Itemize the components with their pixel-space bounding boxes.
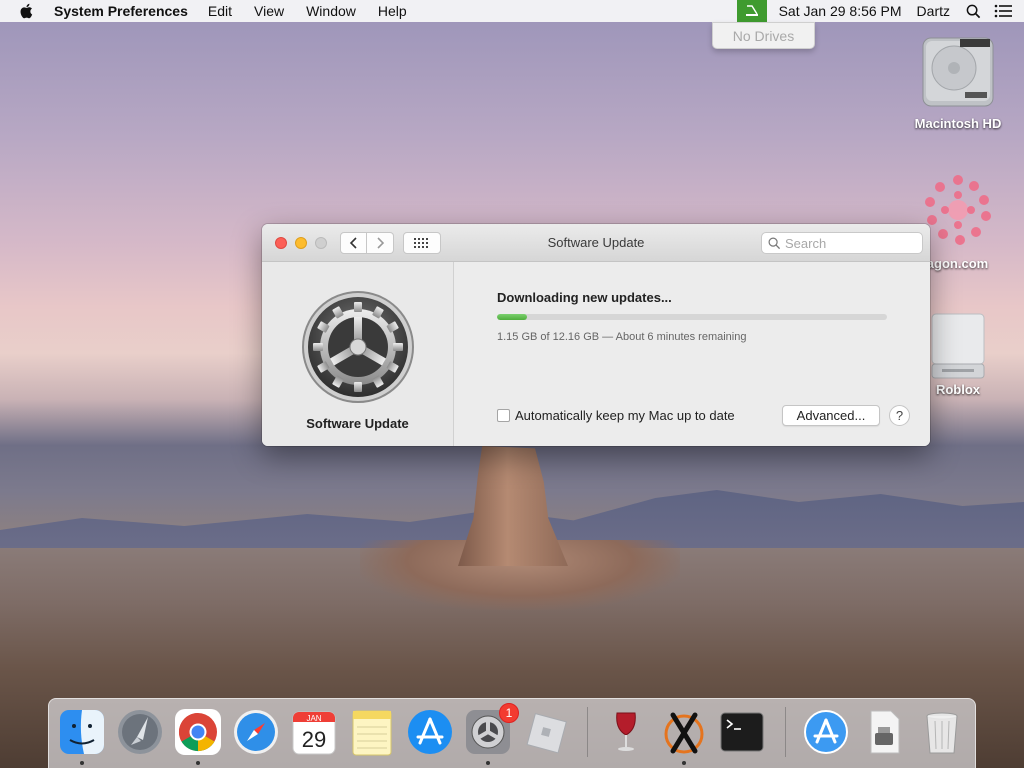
dock-trash[interactable] bbox=[917, 707, 967, 757]
auto-update-label[interactable]: Automatically keep my Mac up to date bbox=[515, 408, 735, 423]
dock-app-store[interactable] bbox=[405, 707, 455, 757]
search-icon bbox=[768, 237, 781, 249]
apple-menu-icon[interactable] bbox=[18, 2, 36, 20]
archive-icon bbox=[870, 710, 900, 754]
dock-system-preferences[interactable]: 1 bbox=[463, 703, 519, 765]
notification-badge: 1 bbox=[499, 703, 519, 723]
menu-view[interactable]: View bbox=[254, 3, 284, 19]
desktop-icon-label: Macintosh HD bbox=[914, 116, 1002, 131]
desktop-icon-label: Roblox bbox=[935, 382, 981, 397]
app-store-download-icon bbox=[804, 710, 848, 754]
finder-icon bbox=[60, 710, 104, 754]
notification-center-icon[interactable] bbox=[994, 2, 1012, 20]
dock-downloads-stack[interactable] bbox=[801, 707, 851, 757]
desktop-icon-macintosh-hd[interactable]: Macintosh HD bbox=[903, 34, 1013, 131]
dock-terminal[interactable] bbox=[717, 707, 767, 757]
dock-roblox[interactable] bbox=[521, 707, 571, 757]
software-update-gear-icon bbox=[301, 290, 415, 404]
sidebar-label: Software Update bbox=[306, 416, 409, 431]
trash-icon bbox=[926, 712, 958, 754]
dock-finder[interactable] bbox=[57, 707, 107, 765]
disk-image-icon bbox=[931, 313, 985, 379]
auto-update-option[interactable]: Automatically keep my Mac up to date bbox=[497, 408, 735, 423]
drives-dropdown: No Drives bbox=[712, 22, 815, 49]
search-field[interactable] bbox=[761, 232, 923, 254]
dock-separator bbox=[587, 707, 588, 757]
sidebar: Software Update bbox=[262, 262, 454, 446]
wine-icon bbox=[616, 712, 636, 751]
flower-icon bbox=[925, 175, 991, 245]
dock-separator bbox=[785, 707, 786, 757]
download-progress-bar bbox=[497, 314, 887, 320]
update-content: Downloading new updates... 1.15 GB of 12… bbox=[455, 262, 930, 446]
menu-help[interactable]: Help bbox=[378, 3, 407, 19]
running-indicator bbox=[80, 761, 84, 765]
download-progress-fill bbox=[497, 314, 528, 320]
menu-user[interactable]: Dartz bbox=[917, 3, 950, 19]
launchpad-icon bbox=[118, 710, 162, 754]
notes-icon bbox=[352, 710, 392, 756]
help-button[interactable]: ? bbox=[889, 405, 910, 426]
hard-drive-icon bbox=[922, 37, 994, 107]
dock-launchpad[interactable] bbox=[115, 707, 165, 757]
dock: JAN 29 1 bbox=[48, 698, 976, 768]
app-store-icon bbox=[408, 710, 452, 754]
dock-notes[interactable] bbox=[347, 707, 397, 757]
auto-update-checkbox[interactable] bbox=[497, 409, 510, 422]
running-indicator bbox=[682, 761, 686, 765]
download-progress-text: 1.15 GB of 12.16 GB — About 6 minutes re… bbox=[497, 331, 747, 343]
running-indicator bbox=[196, 761, 200, 765]
chrome-icon bbox=[175, 709, 221, 755]
menu-window[interactable]: Window bbox=[306, 3, 356, 19]
menu-bar: System Preferences Edit View Window Help… bbox=[0, 0, 1024, 22]
dock-chrome[interactable] bbox=[173, 707, 223, 765]
dock-wine[interactable] bbox=[601, 707, 651, 757]
eject-drive-menu-icon[interactable] bbox=[736, 0, 767, 22]
dock-safari[interactable] bbox=[231, 707, 281, 757]
dock-xquartz[interactable] bbox=[659, 707, 709, 765]
dock-documents-stack[interactable] bbox=[859, 707, 909, 757]
menu-edit[interactable]: Edit bbox=[208, 3, 232, 19]
dock-calendar[interactable]: JAN 29 bbox=[289, 707, 339, 757]
calendar-month: JAN bbox=[306, 714, 321, 723]
terminal-icon bbox=[720, 712, 764, 752]
advanced-button[interactable]: Advanced... bbox=[782, 405, 880, 426]
menu-clock[interactable]: Sat Jan 29 8:56 PM bbox=[779, 3, 902, 19]
calendar-day: 29 bbox=[302, 727, 326, 752]
roblox-icon bbox=[526, 713, 567, 754]
wallpaper-pinnacle bbox=[458, 446, 568, 566]
calendar-icon: JAN 29 bbox=[292, 711, 336, 755]
menu-app-name[interactable]: System Preferences bbox=[54, 3, 188, 19]
xquartz-icon bbox=[664, 712, 704, 754]
software-update-window: Software Update Search Software Update D… bbox=[262, 224, 930, 446]
spotlight-search-icon[interactable] bbox=[964, 2, 982, 20]
safari-icon bbox=[234, 710, 278, 754]
window-titlebar[interactable]: Software Update bbox=[262, 224, 930, 262]
search-input[interactable] bbox=[785, 235, 905, 251]
download-status-title: Downloading new updates... bbox=[497, 290, 672, 305]
running-indicator bbox=[486, 761, 490, 765]
